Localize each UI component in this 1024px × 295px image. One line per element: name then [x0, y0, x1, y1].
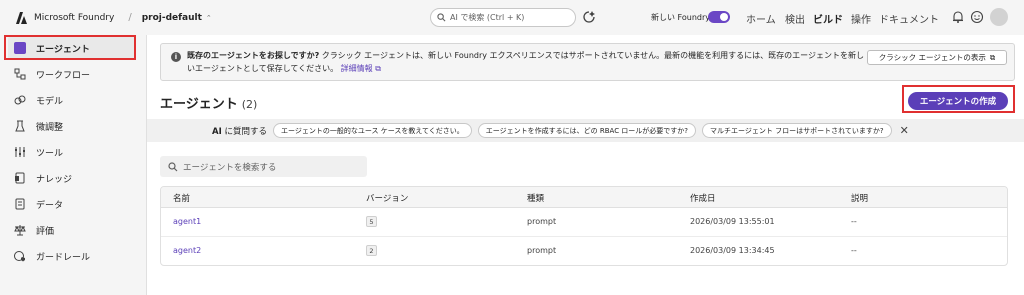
suggestion-chip[interactable]: エージェントを作成するには、どの RBAC ロールが必要ですか?: [477, 123, 697, 138]
sidebar-item-label: ツール: [36, 148, 64, 159]
agent-type: prompt: [527, 246, 557, 255]
tools-icon: [15, 147, 25, 157]
agent-search-placeholder: エージェントを検索する: [183, 162, 277, 173]
sidebar-item-workflows[interactable]: ワークフロー: [8, 63, 136, 85]
agent-name-link[interactable]: agent2: [173, 246, 201, 255]
new-foundry-toggle[interactable]: [708, 11, 730, 23]
external-link-icon: ⧉: [989, 52, 996, 62]
version-badge: 5: [366, 216, 377, 227]
brand-name[interactable]: Microsoft Foundry: [34, 13, 114, 23]
nav-discover[interactable]: 検出: [785, 11, 805, 26]
nav-operate[interactable]: 操作: [851, 11, 871, 26]
ask-ai-label: AI に質問する: [212, 125, 267, 137]
close-icon[interactable]: ✕: [900, 124, 909, 137]
sidebar-item-models[interactable]: モデル: [8, 89, 136, 111]
sidebar-item-tools[interactable]: ツール: [8, 141, 136, 163]
column-header-name[interactable]: 名前: [173, 192, 190, 204]
page-title: エージェント (2): [160, 93, 257, 112]
agent-count: (2): [241, 98, 258, 111]
ask-ai-label-rest: に質問する: [221, 126, 267, 137]
knowledge-icon: [15, 172, 25, 184]
sidebar-item-label: ガードレール: [36, 252, 91, 263]
classic-agents-banner: i 既存のエージェントをお探しですか? クラシック エージェントは、新しい Fo…: [160, 43, 1015, 81]
sidebar-item-guardrails[interactable]: ガードレール: [8, 245, 136, 267]
workflow-icon: [14, 68, 26, 80]
copilot-icon[interactable]: [582, 10, 596, 24]
global-search-input[interactable]: AI で検索 (Ctrl + K): [430, 8, 576, 27]
table-header: 名前 バージョン 種類 作成日 説明: [161, 187, 1007, 208]
agents-table: 名前 バージョン 種類 作成日 説明 agent1 5 prompt 2026/…: [160, 186, 1008, 266]
agent-description: --: [851, 217, 857, 226]
sidebar-item-finetune[interactable]: 微調整: [8, 115, 136, 137]
guardrail-icon: [14, 251, 25, 262]
info-icon: i: [171, 52, 181, 62]
search-icon: [168, 161, 178, 171]
sidebar-item-label: ワークフロー: [36, 70, 91, 81]
avatar[interactable]: [990, 8, 1008, 26]
version-badge: 2: [366, 245, 377, 256]
agent-search-input[interactable]: エージェントを検索する: [160, 156, 367, 177]
sidebar-item-label: 評価: [36, 226, 55, 237]
column-header-version[interactable]: バージョン: [366, 192, 408, 204]
project-selector[interactable]: proj-default: [142, 13, 202, 23]
new-foundry-toggle-label: 新しい Foundry: [651, 13, 710, 22]
agent-description: --: [851, 246, 857, 255]
suggestion-chip[interactable]: エージェントの一般的なユース ケースを教えてください。: [272, 123, 472, 138]
learn-more-link[interactable]: 詳細情報: [341, 64, 373, 73]
view-classic-agents-button[interactable]: クラシック エージェントの表示 ⧉: [867, 50, 1007, 65]
created-date: 2026/03/09 13:34:45: [690, 246, 775, 255]
banner-title: 既存のエージェントをお探しですか?: [187, 51, 320, 60]
page-title-text: エージェント: [160, 97, 238, 112]
created-date: 2026/03/09 13:55:01: [690, 217, 775, 226]
sidebar-item-label: データ: [36, 200, 64, 211]
column-header-type[interactable]: 種類: [527, 192, 544, 204]
sidebar-item-label: 微調整: [36, 122, 64, 133]
foundry-logo-icon: [16, 11, 27, 24]
agent-name-link[interactable]: agent1: [173, 217, 201, 226]
sidebar-item-knowledge[interactable]: ナレッジ: [8, 167, 136, 189]
chevron-updown-icon[interactable]: ⌃: [206, 14, 212, 22]
column-header-description[interactable]: 説明: [851, 192, 868, 204]
bell-icon[interactable]: [951, 10, 965, 24]
ask-ai-label-bold: AI: [212, 126, 222, 137]
ask-ai-bar: AI に質問する エージェントの一般的なユース ケースを教えてください。 エージ…: [147, 119, 1024, 142]
model-icon: [14, 95, 26, 105]
external-link-icon: ⧉: [375, 64, 381, 73]
data-icon: [15, 198, 25, 210]
main-panel: i 既存のエージェントをお探しですか? クラシック エージェントは、新しい Fo…: [146, 35, 1024, 295]
nav-docs[interactable]: ドキュメント: [879, 11, 939, 26]
sidebar-item-label: モデル: [36, 96, 64, 107]
finetune-icon: [15, 120, 25, 132]
sidebar-item-label: ナレッジ: [36, 174, 73, 185]
view-classic-agents-label: クラシック エージェントの表示: [878, 53, 986, 62]
global-search-placeholder: AI で検索 (Ctrl + K): [450, 13, 525, 22]
banner-message: 既存のエージェントをお探しですか? クラシック エージェントは、新しい Foun…: [187, 49, 867, 75]
table-row[interactable]: agent1 5 prompt 2026/03/09 13:55:01 --: [161, 208, 1007, 237]
sidebar: エージェント ワークフロー モデル 微調整 ツール ナレッジ データ 評価 ガー…: [0, 35, 144, 295]
highlight-sidebar-agents: [4, 35, 136, 60]
suggestion-chip[interactable]: マルチエージェント フローはサポートされていますか?: [702, 123, 892, 138]
evaluation-icon: [14, 225, 26, 236]
sidebar-item-data[interactable]: データ: [8, 193, 136, 215]
smiley-feedback-icon[interactable]: [970, 10, 984, 24]
breadcrumb-separator: /: [128, 12, 132, 23]
sidebar-item-evaluation[interactable]: 評価: [8, 219, 136, 241]
highlight-create-agent: [902, 85, 1015, 113]
agent-type: prompt: [527, 217, 557, 226]
nav-home[interactable]: ホーム: [746, 11, 776, 26]
search-icon: [437, 13, 446, 22]
table-row[interactable]: agent2 2 prompt 2026/03/09 13:34:45 --: [161, 237, 1007, 265]
nav-build[interactable]: ビルド: [813, 11, 843, 26]
column-header-created[interactable]: 作成日: [690, 192, 716, 204]
